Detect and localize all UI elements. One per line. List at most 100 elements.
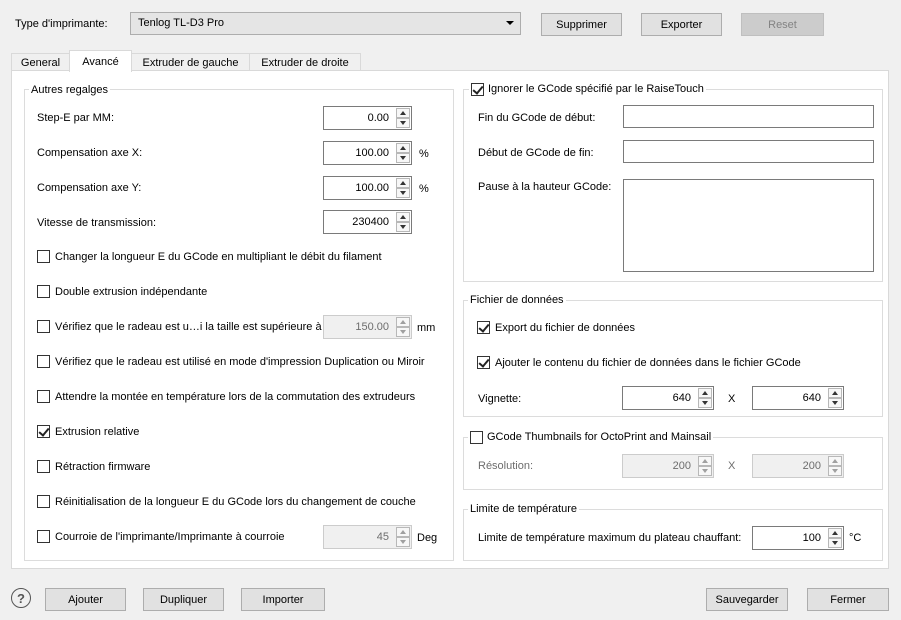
resolution-width-spinbox[interactable]: 200	[622, 454, 714, 478]
spin-down-icon	[698, 466, 712, 476]
resolution-height-spinbox[interactable]: 200	[752, 454, 844, 478]
import-button[interactable]: Importer	[241, 588, 325, 611]
duplicate-button[interactable]: Dupliquer	[143, 588, 224, 611]
resolution-x-separator: X	[728, 460, 736, 472]
raisetouch-title: Ignorer le GCode spécifié par le RaiseTo…	[469, 82, 706, 96]
start-gcode-end-input[interactable]	[623, 105, 874, 128]
tab-general[interactable]: General	[11, 53, 70, 71]
spin-down-icon[interactable]	[396, 153, 410, 163]
append-data-file-checkbox[interactable]	[477, 356, 490, 369]
other-settings-title: Autres regalges	[29, 83, 111, 97]
spin-up-icon[interactable]	[396, 143, 410, 153]
raisetouch-checkbox[interactable]	[471, 82, 484, 96]
printer-type-label: Type d'imprimante:	[15, 18, 108, 30]
spin-up-icon	[396, 317, 410, 327]
thumbnail-height-spinbox[interactable]: 640	[752, 386, 844, 410]
spin-down-icon	[396, 327, 410, 337]
spin-up-icon[interactable]	[396, 212, 410, 222]
option-checkbox-belt-printer[interactable]	[37, 530, 50, 543]
end-gcode-start-label: Début de GCode de fin:	[478, 147, 594, 159]
option-checkbox-reset-e-length[interactable]	[37, 495, 50, 508]
option-checkbox-e-length[interactable]	[37, 250, 50, 263]
octoprint-title: GCode Thumbnails for OctoPrint and Mains…	[468, 430, 714, 444]
option-checkbox-relative-extrusion[interactable]	[37, 425, 50, 438]
option-label-e-length: Changer la longueur E du GCode en multip…	[55, 251, 382, 263]
option-checkbox-firmware-retraction[interactable]	[37, 460, 50, 473]
comp-y-spinbox[interactable]: 100.00	[323, 176, 412, 200]
export-button[interactable]: Exporter	[641, 13, 722, 36]
append-data-file-label: Ajouter le contenu du fichier de données…	[495, 357, 801, 369]
option-checkbox-raft-mirror[interactable]	[37, 355, 50, 368]
spin-down-icon[interactable]	[828, 398, 842, 408]
raft-size-spinbox[interactable]: 150.00	[323, 315, 412, 339]
comp-y-label: Compensation axe Y:	[37, 182, 142, 194]
option-label-raft-size: Vérifiez que le radeau est u…i la taille…	[55, 321, 322, 333]
bed-temp-limit-label: Limite de température maximum du plateau…	[478, 532, 742, 544]
comp-y-unit: %	[419, 183, 429, 195]
save-button[interactable]: Sauvegarder	[706, 588, 788, 611]
thumbnail-x-separator: X	[728, 393, 736, 405]
tab-left-extruder[interactable]: Extruder de gauche	[131, 53, 250, 71]
thumbnail-label: Vignette:	[478, 393, 522, 405]
baud-rate-label: Vitesse de transmission:	[37, 217, 157, 229]
comp-x-label: Compensation axe X:	[37, 147, 143, 159]
spin-down-icon[interactable]	[698, 398, 712, 408]
spin-down-icon	[828, 466, 842, 476]
raft-size-unit: mm	[417, 322, 436, 334]
spin-down-icon	[396, 537, 410, 547]
add-button[interactable]: Ajouter	[45, 588, 126, 611]
spin-up-icon	[828, 456, 842, 466]
option-label-wait-temp: Attendre la montée en température lors d…	[55, 391, 416, 403]
step-e-label: Step-E par MM:	[37, 112, 115, 124]
data-file-title: Fichier de données	[468, 293, 566, 307]
advanced-panel: Autres regalges Step-E par MM: 0.00 Comp…	[11, 70, 889, 569]
end-gcode-start-input[interactable]	[623, 140, 874, 163]
belt-angle-spinbox[interactable]: 45	[323, 525, 412, 549]
spin-up-icon[interactable]	[828, 388, 842, 398]
option-checkbox-dual-extrusion[interactable]	[37, 285, 50, 298]
belt-angle-unit: Deg	[417, 532, 438, 544]
spin-up-icon	[698, 456, 712, 466]
spin-down-icon[interactable]	[828, 538, 842, 548]
spin-up-icon[interactable]	[396, 108, 410, 118]
help-icon[interactable]: ?	[11, 588, 31, 608]
option-label-raft-mirror: Vérifiez que le radeau est utilisé en mo…	[55, 356, 425, 368]
comp-x-unit: %	[419, 148, 429, 160]
close-button[interactable]: Fermer	[807, 588, 889, 611]
pause-height-textarea[interactable]	[623, 179, 874, 272]
option-checkbox-raft-size[interactable]	[37, 320, 50, 333]
spin-up-icon[interactable]	[828, 528, 842, 538]
pause-height-label: Pause à la hauteur GCode:	[478, 181, 612, 193]
resolution-label: Résolution:	[478, 460, 534, 472]
spin-up-icon	[396, 527, 410, 537]
spin-up-icon[interactable]	[698, 388, 712, 398]
thumbnail-width-spinbox[interactable]: 640	[622, 386, 714, 410]
spin-down-icon[interactable]	[396, 188, 410, 198]
spin-down-icon[interactable]	[396, 222, 410, 232]
option-label-belt-printer: Courroie de l'imprimante/Imprimante à co…	[55, 531, 285, 543]
temp-limit-title: Limite de température	[468, 502, 579, 516]
spin-down-icon[interactable]	[396, 118, 410, 128]
option-label-relative-extrusion: Extrusion relative	[55, 426, 140, 438]
start-gcode-end-label: Fin du GCode de début:	[478, 112, 596, 124]
printer-type-value: Tenlog TL-D3 Pro	[138, 17, 225, 29]
step-e-spinbox[interactable]: 0.00	[323, 106, 412, 130]
export-data-file-checkbox[interactable]	[477, 321, 490, 334]
baud-rate-spinbox[interactable]: 230400	[323, 210, 412, 234]
bed-temp-limit-spinbox[interactable]: 100	[752, 526, 844, 550]
octoprint-checkbox[interactable]	[470, 430, 483, 444]
option-label-firmware-retraction: Rétraction firmware	[55, 461, 151, 473]
reset-button[interactable]: Reset	[741, 13, 824, 36]
tab-right-extruder[interactable]: Extruder de droite	[249, 53, 361, 71]
bed-temp-limit-unit: °C	[849, 532, 862, 544]
comp-x-spinbox[interactable]: 100.00	[323, 141, 412, 165]
option-checkbox-wait-temp[interactable]	[37, 390, 50, 403]
tab-advanced[interactable]: Avancé	[69, 50, 132, 72]
option-label-reset-e-length: Réinitialisation de la longueur E du GCo…	[55, 496, 416, 508]
chevron-down-icon	[506, 21, 514, 25]
spin-up-icon[interactable]	[396, 178, 410, 188]
option-label-dual-extrusion: Double extrusion indépendante	[55, 286, 208, 298]
delete-button[interactable]: Supprimer	[541, 13, 622, 36]
export-data-file-label: Export du fichier de données	[495, 322, 636, 334]
printer-type-select[interactable]: Tenlog TL-D3 Pro	[130, 12, 521, 35]
